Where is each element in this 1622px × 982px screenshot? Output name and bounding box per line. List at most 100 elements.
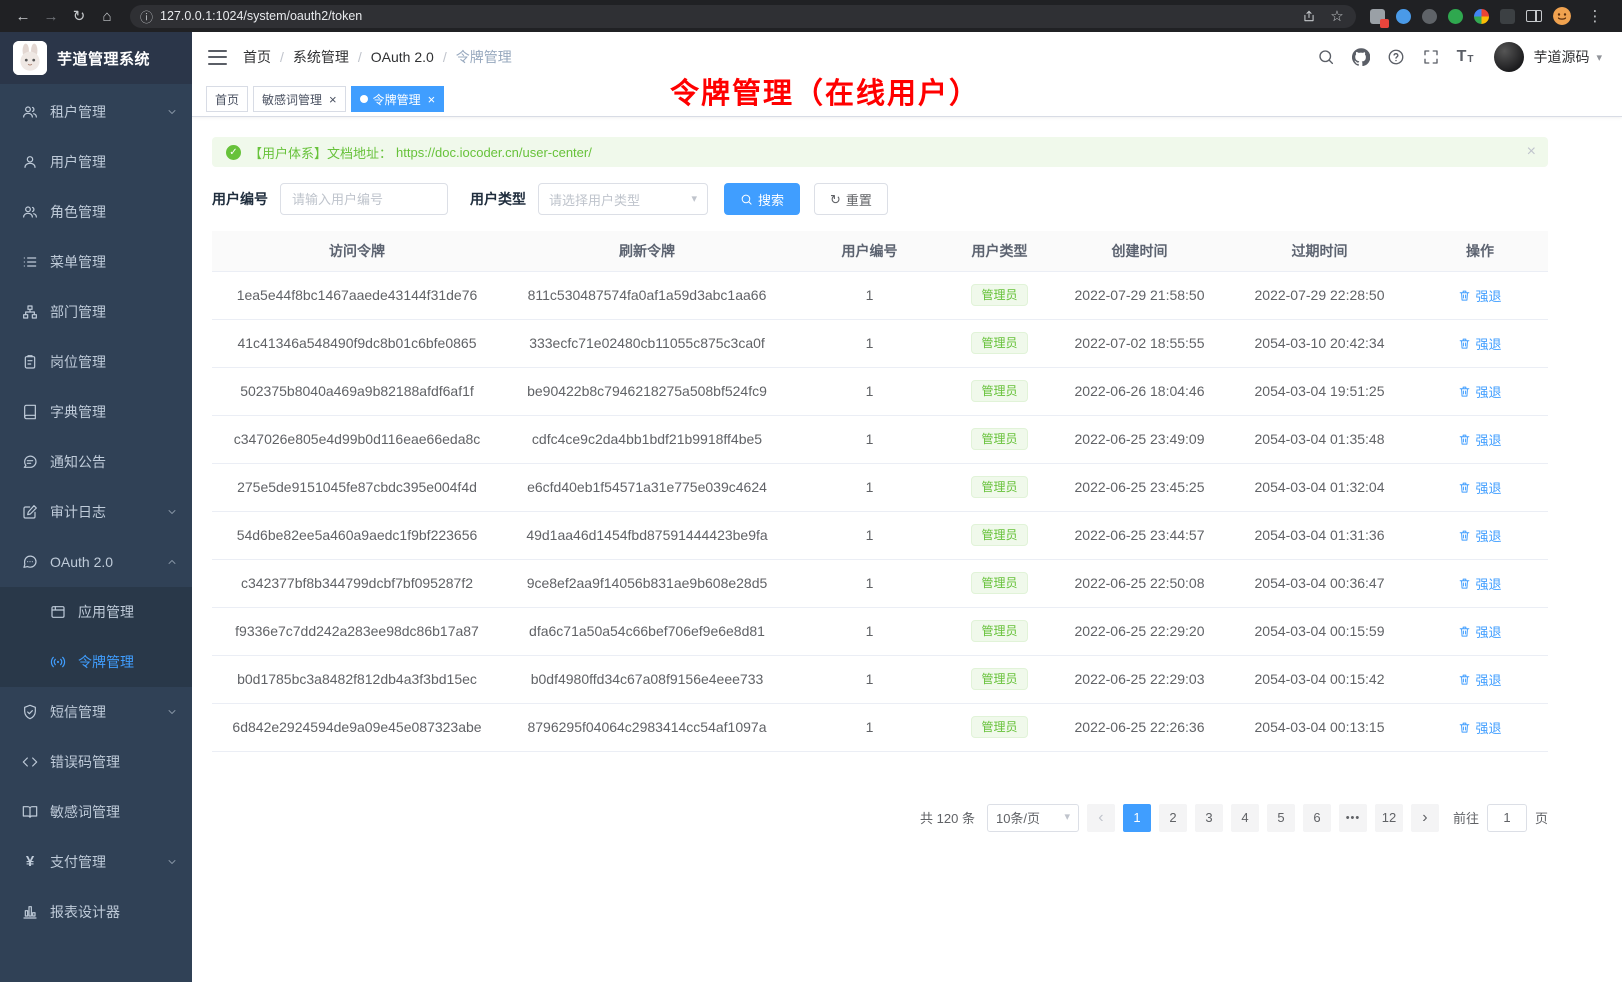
force-logout-button[interactable]: 强退 [1458, 622, 1501, 641]
browser-reload-icon[interactable]: ↻ [66, 4, 92, 28]
share-icon[interactable] [1300, 4, 1318, 28]
breadcrumb-item[interactable]: OAuth 2.0 [371, 49, 434, 65]
force-logout-button[interactable]: 强退 [1458, 574, 1501, 593]
extension-icon[interactable] [1500, 9, 1515, 24]
extension-icon[interactable] [1448, 9, 1463, 24]
force-logout-button[interactable]: 强退 [1458, 334, 1501, 353]
goto-page-input[interactable] [1487, 804, 1527, 832]
user-id-cell: 1 [792, 463, 947, 511]
sidebar-item-user[interactable]: 用户管理 [0, 137, 192, 187]
user-type-cell: 管理员 [947, 463, 1052, 511]
expire-time-cell: 2022-07-29 22:28:50 [1227, 271, 1412, 319]
force-logout-button[interactable]: 强退 [1458, 526, 1501, 545]
tab-home[interactable]: 首页 [206, 86, 248, 112]
force-logout-button[interactable]: 强退 [1458, 286, 1501, 305]
sidebar-item-dept[interactable]: 部门管理 [0, 287, 192, 337]
force-logout-button[interactable]: 强退 [1458, 478, 1501, 497]
sidebar-item-oauth2-app[interactable]: 应用管理 [0, 587, 192, 637]
close-icon[interactable]: × [329, 93, 337, 106]
extension-icon[interactable] [1474, 9, 1489, 24]
extension-icon[interactable] [1422, 9, 1437, 24]
search-icon[interactable] [1317, 48, 1335, 66]
trash-icon [1458, 721, 1471, 734]
sidebar-item-label: 令牌管理 [78, 652, 134, 672]
page-button-12[interactable]: 12 [1375, 804, 1403, 832]
github-icon[interactable] [1352, 48, 1370, 66]
breadcrumb-item[interactable]: 首页 [243, 47, 271, 67]
sidebar-item-report[interactable]: 报表设计器 [0, 887, 192, 937]
site-info-icon[interactable]: ⓘ [140, 7, 153, 26]
action-label: 强退 [1475, 478, 1501, 497]
browser-profile-avatar[interactable] [1553, 7, 1571, 25]
user-id-cell: 1 [792, 703, 947, 751]
sidebar-item-audit-log[interactable]: 审计日志 [0, 487, 192, 537]
table-row: 54d6be82ee5a460a9aedc1f9bf22365649d1aa46… [212, 511, 1548, 559]
page-button-5[interactable]: 5 [1267, 804, 1295, 832]
user-name[interactable]: 芋道源码 [1533, 47, 1589, 67]
sidebar-item-oauth2-token[interactable]: 令牌管理 [0, 637, 192, 687]
close-icon[interactable]: × [428, 93, 436, 106]
browser-address-bar[interactable]: ⓘ 127.0.0.1:1024/system/oauth2/token ☆ [130, 5, 1356, 28]
table-row: c347026e805e4d99b0d116eae66eda8ccdfc4ce9… [212, 415, 1548, 463]
extension-icon[interactable] [1396, 9, 1411, 24]
sidebar-item-notice[interactable]: 通知公告 [0, 437, 192, 487]
sidebar-item-label: 租户管理 [50, 102, 106, 122]
user-type-tag: 管理员 [971, 284, 1027, 306]
refresh-token-cell: be90422b8c7946218275a508bf524fc9 [502, 367, 792, 415]
sidebar-item-role[interactable]: 角色管理 [0, 187, 192, 237]
more-pages-button[interactable]: ••• [1339, 804, 1367, 832]
sidebar-item-pay[interactable]: ¥支付管理 [0, 837, 192, 887]
user-id-input[interactable] [280, 183, 448, 215]
split-screen-icon[interactable] [1526, 10, 1542, 22]
sidebar-item-label: 审计日志 [50, 502, 106, 522]
next-page-button[interactable]: › [1411, 804, 1439, 832]
browser-menu-icon[interactable]: ⋮ [1582, 4, 1608, 28]
sidebar-item-sms[interactable]: 短信管理 [0, 687, 192, 737]
user-menu-caret-icon[interactable]: ▾ [1596, 51, 1602, 64]
page-button-3[interactable]: 3 [1195, 804, 1223, 832]
force-logout-button[interactable]: 强退 [1458, 382, 1501, 401]
sidebar-item-oauth2[interactable]: OAuth 2.0 [0, 537, 192, 587]
create-time-cell: 2022-06-25 22:50:08 [1052, 559, 1227, 607]
user-avatar[interactable] [1494, 42, 1524, 72]
sidebar-item-menu[interactable]: 菜单管理 [0, 237, 192, 287]
page-button-2[interactable]: 2 [1159, 804, 1187, 832]
reset-button-label: 重置 [846, 190, 872, 209]
chevron-down-icon: ▾ [691, 194, 697, 205]
sidebar-item-label: 短信管理 [50, 702, 106, 722]
force-logout-button[interactable]: 强退 [1458, 718, 1501, 737]
page-button-6[interactable]: 6 [1303, 804, 1331, 832]
bookmark-star-icon[interactable]: ☆ [1328, 4, 1346, 28]
alert-close-icon[interactable]: × [1527, 144, 1536, 160]
collapse-sidebar-icon[interactable] [208, 50, 227, 65]
sidebar-item-tenant[interactable]: 租户管理 [0, 87, 192, 137]
help-icon[interactable] [1387, 48, 1405, 66]
force-logout-button[interactable]: 强退 [1458, 430, 1501, 449]
sidebar-item-sensitive-word[interactable]: 敏感词管理 [0, 787, 192, 837]
prev-page-button[interactable]: ‹ [1087, 804, 1115, 832]
annotation-text: 令牌管理（在线用户） [670, 70, 980, 112]
extension-icon[interactable] [1370, 9, 1385, 24]
create-time-cell: 2022-06-25 23:49:09 [1052, 415, 1227, 463]
page-size-select[interactable]: 10条/页▾ [987, 804, 1079, 832]
sidebar-item-error-code[interactable]: 错误码管理 [0, 737, 192, 787]
font-size-icon[interactable]: TT [1457, 49, 1474, 65]
browser-home-icon[interactable]: ⌂ [94, 4, 120, 28]
fullscreen-icon[interactable] [1422, 48, 1440, 66]
doc-link[interactable]: https://doc.iocoder.cn/user-center/ [396, 145, 592, 160]
reset-button[interactable]: ↻ 重置 [814, 183, 888, 215]
tab-token[interactable]: 令牌管理× [351, 86, 445, 112]
force-logout-button[interactable]: 强退 [1458, 670, 1501, 689]
browser-back-icon[interactable]: ← [10, 4, 36, 28]
tab-sensitive-word[interactable]: 敏感词管理× [253, 86, 346, 112]
sidebar-item-post[interactable]: 岗位管理 [0, 337, 192, 387]
action-label: 强退 [1475, 334, 1501, 353]
user-type-select[interactable]: 请选择用户类型 ▾ [538, 183, 708, 215]
page-button-4[interactable]: 4 [1231, 804, 1259, 832]
breadcrumb-item[interactable]: 系统管理 [293, 47, 349, 67]
search-button[interactable]: 搜索 [724, 183, 800, 215]
page-button-1[interactable]: 1 [1123, 804, 1151, 832]
user-type-cell: 管理员 [947, 511, 1052, 559]
browser-forward-icon[interactable]: → [38, 4, 64, 28]
sidebar-item-dict[interactable]: 字典管理 [0, 387, 192, 437]
